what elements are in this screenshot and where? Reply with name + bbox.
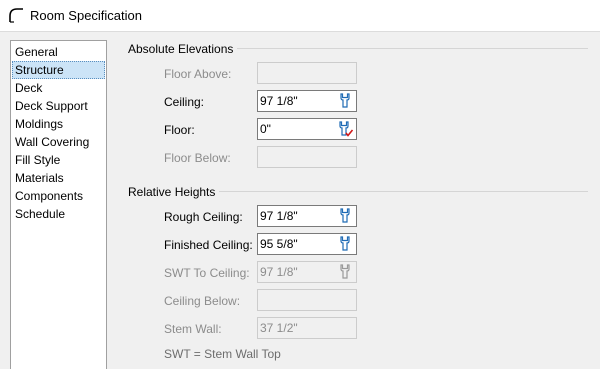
rough-ceiling-field[interactable]: 97 1/8" <box>257 205 357 227</box>
floor-field[interactable]: 0" <box>257 118 357 140</box>
floor-below-field <box>257 146 357 168</box>
sidebar-item-deck-support[interactable]: Deck Support <box>12 97 105 115</box>
rough-ceiling-value: 97 1/8" <box>260 209 298 223</box>
sidebar-item-structure[interactable]: Structure <box>12 61 105 79</box>
wrench-icon[interactable] <box>337 208 353 224</box>
group-divider <box>219 191 588 192</box>
ceiling-field[interactable]: 97 1/8" <box>257 90 357 112</box>
finished-ceiling-label: Finished Ceiling: <box>164 238 253 252</box>
ceiling-below-label: Ceiling Below: <box>164 294 241 308</box>
wrench-icon <box>340 264 350 279</box>
sidebar-item-wall-covering[interactable]: Wall Covering <box>12 133 105 151</box>
title-bar: Room Specification <box>0 0 600 32</box>
finished-ceiling-field[interactable]: 95 5/8" <box>257 233 357 255</box>
wrench-check-icon[interactable] <box>337 121 353 137</box>
rough-ceiling-label: Rough Ceiling: <box>164 210 243 224</box>
floor-above-field <box>257 62 357 84</box>
sidebar-item-deck[interactable]: Deck <box>12 79 105 97</box>
wrench-icon[interactable] <box>337 93 353 109</box>
ceiling-label: Ceiling: <box>164 95 205 109</box>
floor-below-label: Floor Below: <box>164 151 231 165</box>
absolute-elevations-heading: Absolute Elevations <box>128 42 234 56</box>
window-title: Room Specification <box>30 8 142 23</box>
group-divider <box>237 48 588 49</box>
floor-value: 0" <box>260 122 271 136</box>
sidebar-item-fill-style[interactable]: Fill Style <box>12 151 105 169</box>
floor-above-label: Floor Above: <box>164 67 232 81</box>
sidebar-item-moldings[interactable]: Moldings <box>12 115 105 133</box>
stem-wall-field: 37 1/2" <box>257 317 357 339</box>
category-list[interactable]: General Structure Deck Deck Support Mold… <box>10 40 107 369</box>
swt-footnote: SWT = Stem Wall Top <box>164 347 281 361</box>
floor-label: Floor: <box>164 123 195 137</box>
relative-heights-heading: Relative Heights <box>128 185 216 199</box>
swt-to-ceiling-label: SWT To Ceiling: <box>164 266 250 280</box>
sidebar-item-schedule[interactable]: Schedule <box>12 205 105 223</box>
finished-ceiling-value: 95 5/8" <box>260 237 298 251</box>
swt-to-ceiling-field: 97 1/8" <box>257 261 357 283</box>
sidebar-item-materials[interactable]: Materials <box>12 169 105 187</box>
ceiling-value: 97 1/8" <box>260 94 298 108</box>
sidebar-item-general[interactable]: General <box>12 43 105 61</box>
stem-wall-label: Stem Wall: <box>164 322 222 336</box>
room-arch-icon <box>9 8 23 23</box>
sidebar-item-components[interactable]: Components <box>12 187 105 205</box>
wrench-icon[interactable] <box>337 236 353 252</box>
ceiling-below-field <box>257 289 357 311</box>
swt-to-ceiling-value: 97 1/8" <box>260 265 298 279</box>
